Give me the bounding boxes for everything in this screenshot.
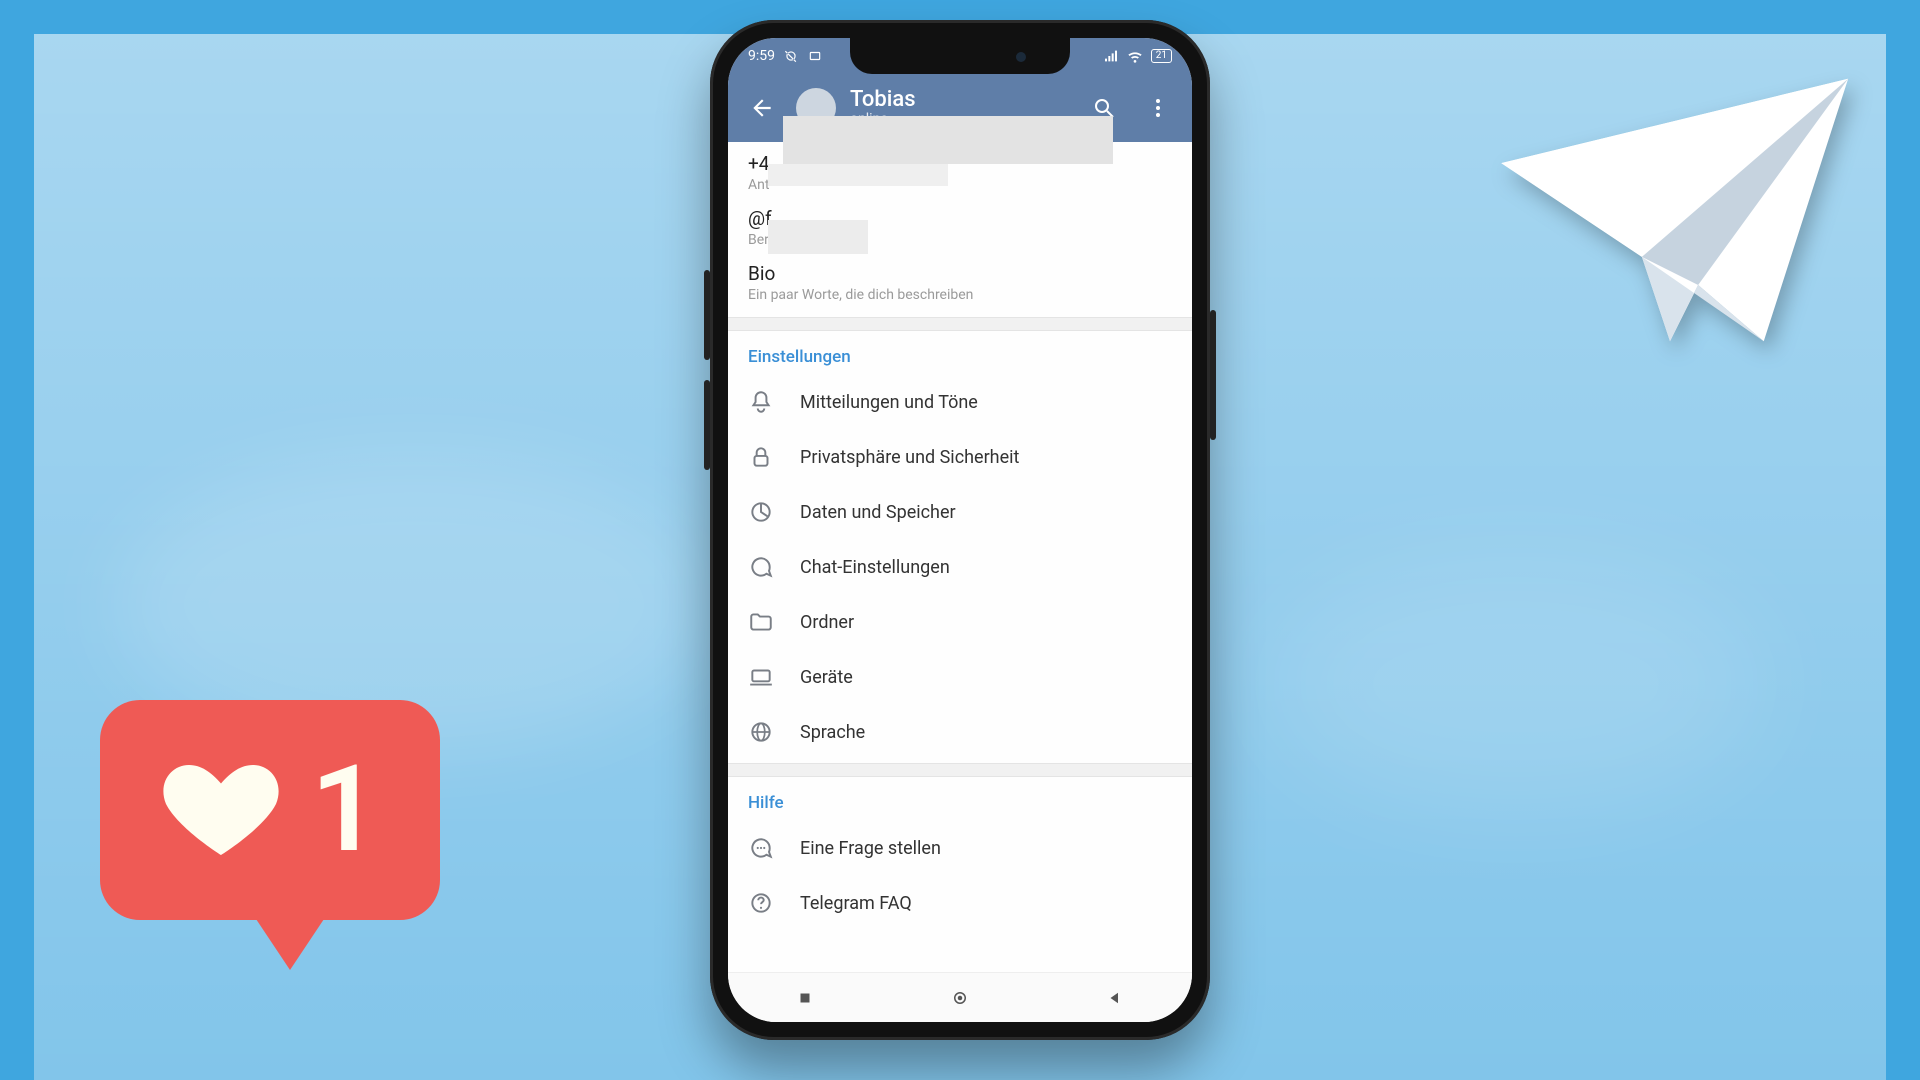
settings-row-devices[interactable]: Geräte xyxy=(728,649,1192,704)
phone-screen: 9:59 21 xyxy=(728,38,1192,1022)
row-label: Geräte xyxy=(800,667,853,688)
settings-row-folders[interactable]: Ordner xyxy=(728,594,1192,649)
folder-icon xyxy=(748,609,774,635)
telegram-paper-plane-icon xyxy=(1480,60,1860,360)
row-label: Telegram FAQ xyxy=(800,893,912,914)
settings-section-header: Einstellungen xyxy=(728,331,1192,375)
redaction-block xyxy=(783,116,1113,164)
settings-row-notifications[interactable]: Mitteilungen und Töne xyxy=(728,375,1192,429)
globe-icon xyxy=(748,719,774,745)
bio-info-row[interactable]: Bio Ein paar Worte, die dich beschreiben xyxy=(728,252,1192,317)
help-circle-icon xyxy=(748,890,774,916)
phone-frame: 9:59 21 xyxy=(710,20,1210,1040)
bio-label: Ein paar Worte, die dich beschreiben xyxy=(748,287,1172,303)
nav-home-button[interactable] xyxy=(951,989,969,1007)
row-label: Sprache xyxy=(800,722,865,743)
settings-row-chat[interactable]: Chat-Einstellungen xyxy=(728,539,1192,594)
laptop-icon xyxy=(748,664,774,690)
more-button[interactable] xyxy=(1138,88,1178,128)
settings-row-language[interactable]: Sprache xyxy=(728,704,1192,763)
alarm-off-icon xyxy=(783,48,799,64)
chat-icon xyxy=(748,554,774,580)
bio-value: Bio xyxy=(748,262,1172,285)
settings-row-data[interactable]: Daten und Speicher xyxy=(728,484,1192,539)
settings-content: +4 Ant @f Ber Bio Ein paar Worte, die di… xyxy=(728,142,1192,972)
section-divider xyxy=(728,763,1192,777)
chat-dots-icon xyxy=(748,835,774,861)
row-label: Privatsphäre und Sicherheit xyxy=(800,447,1019,468)
wifi-icon xyxy=(1127,48,1143,64)
nav-back-button[interactable] xyxy=(1106,989,1124,1007)
pie-chart-icon xyxy=(748,499,774,525)
row-label: Ordner xyxy=(800,612,854,633)
section-divider xyxy=(728,317,1192,331)
row-label: Eine Frage stellen xyxy=(800,838,941,859)
settings-row-privacy[interactable]: Privatsphäre und Sicherheit xyxy=(728,429,1192,484)
signal-icon xyxy=(1103,48,1119,64)
like-badge: 1 xyxy=(100,700,440,980)
android-nav-bar xyxy=(728,972,1192,1022)
redaction-block xyxy=(768,164,948,186)
lock-icon xyxy=(748,444,774,470)
card-icon xyxy=(807,48,823,64)
battery-indicator: 21 xyxy=(1151,49,1172,63)
more-vert-icon xyxy=(1146,96,1170,120)
help-row-faq[interactable]: Telegram FAQ xyxy=(728,875,1192,930)
help-section-header: Hilfe xyxy=(728,777,1192,821)
help-row-ask[interactable]: Eine Frage stellen xyxy=(728,821,1192,875)
profile-name: Tobias xyxy=(850,88,916,112)
redaction-block xyxy=(768,220,868,254)
row-label: Mitteilungen und Töne xyxy=(800,392,978,413)
status-time: 9:59 xyxy=(748,48,775,64)
heart-icon xyxy=(161,750,281,870)
like-count: 1 xyxy=(311,750,380,870)
nav-recent-button[interactable] xyxy=(796,989,814,1007)
phone-notch xyxy=(850,38,1070,74)
bell-icon xyxy=(748,389,774,415)
row-label: Chat-Einstellungen xyxy=(800,557,950,578)
row-label: Daten und Speicher xyxy=(800,502,956,523)
cloud-decor xyxy=(1266,554,1766,814)
back-button[interactable] xyxy=(742,88,782,128)
arrow-left-icon xyxy=(749,95,775,121)
